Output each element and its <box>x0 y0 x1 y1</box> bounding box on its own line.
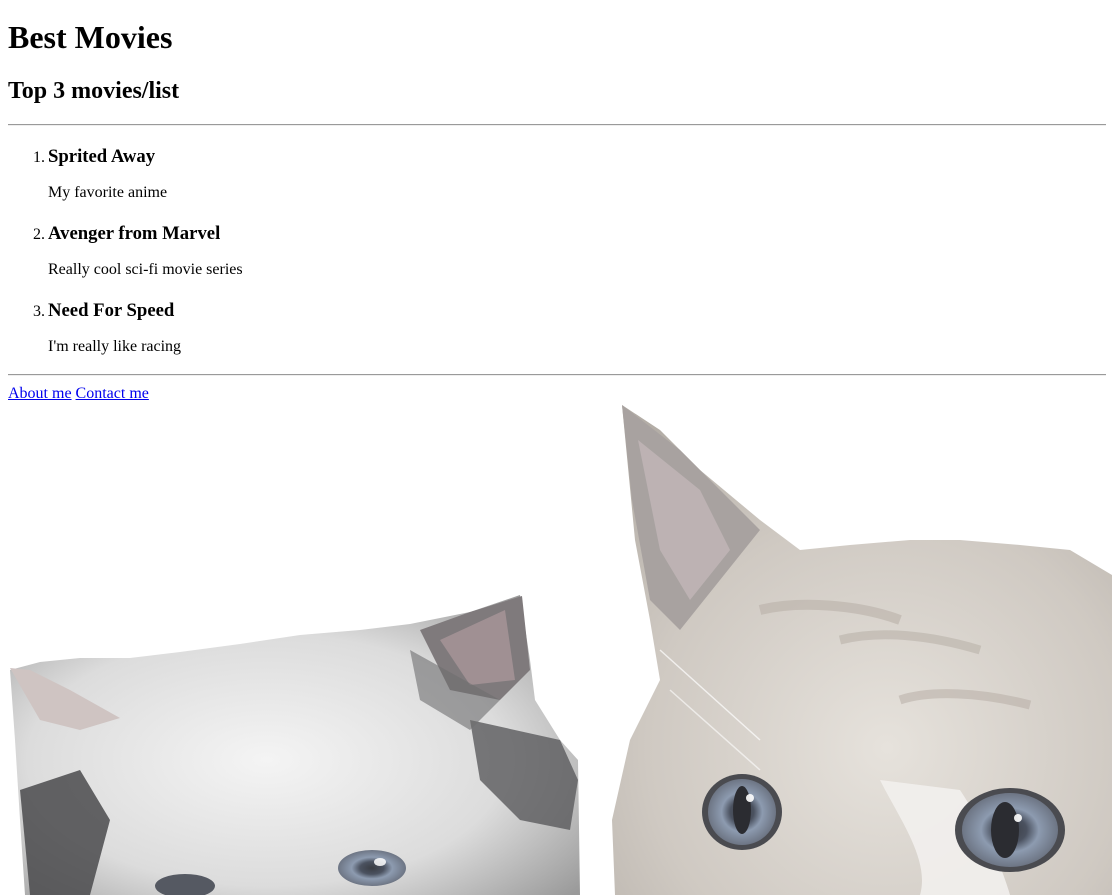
movie-number: 1. <box>33 149 45 166</box>
movie-title: Sprited Away <box>48 146 156 167</box>
movie-title: Need For Speed <box>48 300 175 321</box>
movie-number: 2. <box>33 226 45 243</box>
movie-number: 3. <box>33 303 45 320</box>
movie-description: Really cool sci-fi movie series <box>48 261 243 278</box>
right-cat <box>612 405 1112 895</box>
page-title: Best Movies <box>8 19 173 55</box>
movie-description: My favorite anime <box>48 184 168 201</box>
movie-description: I'm really like racing <box>48 338 182 355</box>
movie-title: Avenger from Marvel <box>48 223 221 244</box>
divider-top <box>8 124 1106 126</box>
page-subtitle: Top 3 movies/list <box>8 78 180 104</box>
two-cats-image <box>10 405 1112 895</box>
divider-bottom <box>8 374 1106 376</box>
left-cat <box>10 595 580 895</box>
